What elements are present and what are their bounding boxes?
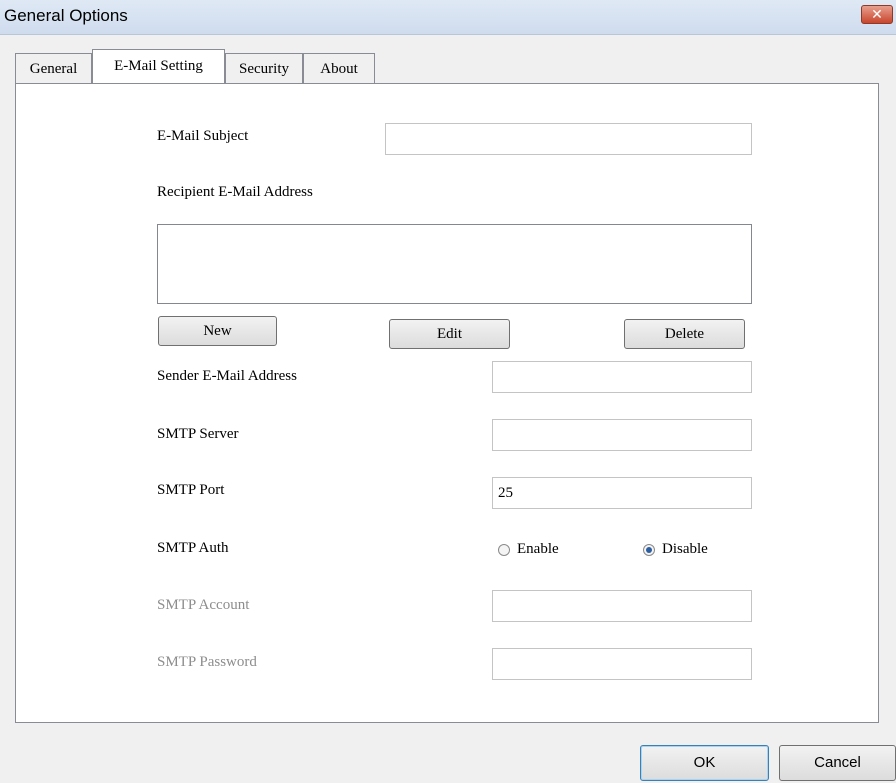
sender-email-input[interactable] — [492, 361, 752, 393]
auth-disable-radio[interactable]: Disable — [643, 541, 708, 558]
smtp-account-input[interactable] — [492, 590, 752, 622]
auth-disable-label: Disable — [662, 541, 708, 557]
smtp-auth-label: SMTP Auth — [157, 540, 229, 556]
new-button[interactable]: New — [158, 316, 277, 346]
radio-checked-icon — [643, 543, 655, 556]
close-icon[interactable]: ✕ — [861, 5, 893, 24]
auth-enable-radio[interactable]: Enable — [498, 541, 559, 558]
email-subject-input[interactable] — [385, 123, 752, 155]
radio-unchecked-icon — [498, 543, 510, 556]
window-title: General Options — [4, 6, 128, 25]
recipient-list[interactable] — [157, 224, 752, 304]
tab-about[interactable]: About — [303, 53, 375, 83]
tab-general[interactable]: General — [15, 53, 92, 83]
smtp-password-label: SMTP Password — [157, 654, 257, 670]
smtp-password-input[interactable] — [492, 648, 752, 680]
smtp-server-label: SMTP Server — [157, 426, 239, 442]
ok-button[interactable]: OK — [640, 745, 769, 781]
smtp-account-label: SMTP Account — [157, 597, 250, 613]
cancel-button[interactable]: Cancel — [779, 745, 896, 781]
smtp-port-input[interactable]: 25 — [492, 477, 752, 509]
smtp-server-input[interactable] — [492, 419, 752, 451]
smtp-port-label: SMTP Port — [157, 482, 225, 498]
sender-email-label: Sender E-Mail Address — [157, 368, 297, 384]
tab-email-setting[interactable]: E-Mail Setting — [92, 49, 225, 83]
auth-enable-label: Enable — [517, 541, 559, 557]
title-bar: General Options ✕ — [0, 0, 896, 35]
email-settings-panel — [15, 83, 879, 723]
delete-button[interactable]: Delete — [624, 319, 745, 349]
edit-button[interactable]: Edit — [389, 319, 510, 349]
recipient-label: Recipient E-Mail Address — [157, 184, 313, 200]
tab-security[interactable]: Security — [225, 53, 303, 83]
email-subject-label: E-Mail Subject — [157, 128, 249, 144]
